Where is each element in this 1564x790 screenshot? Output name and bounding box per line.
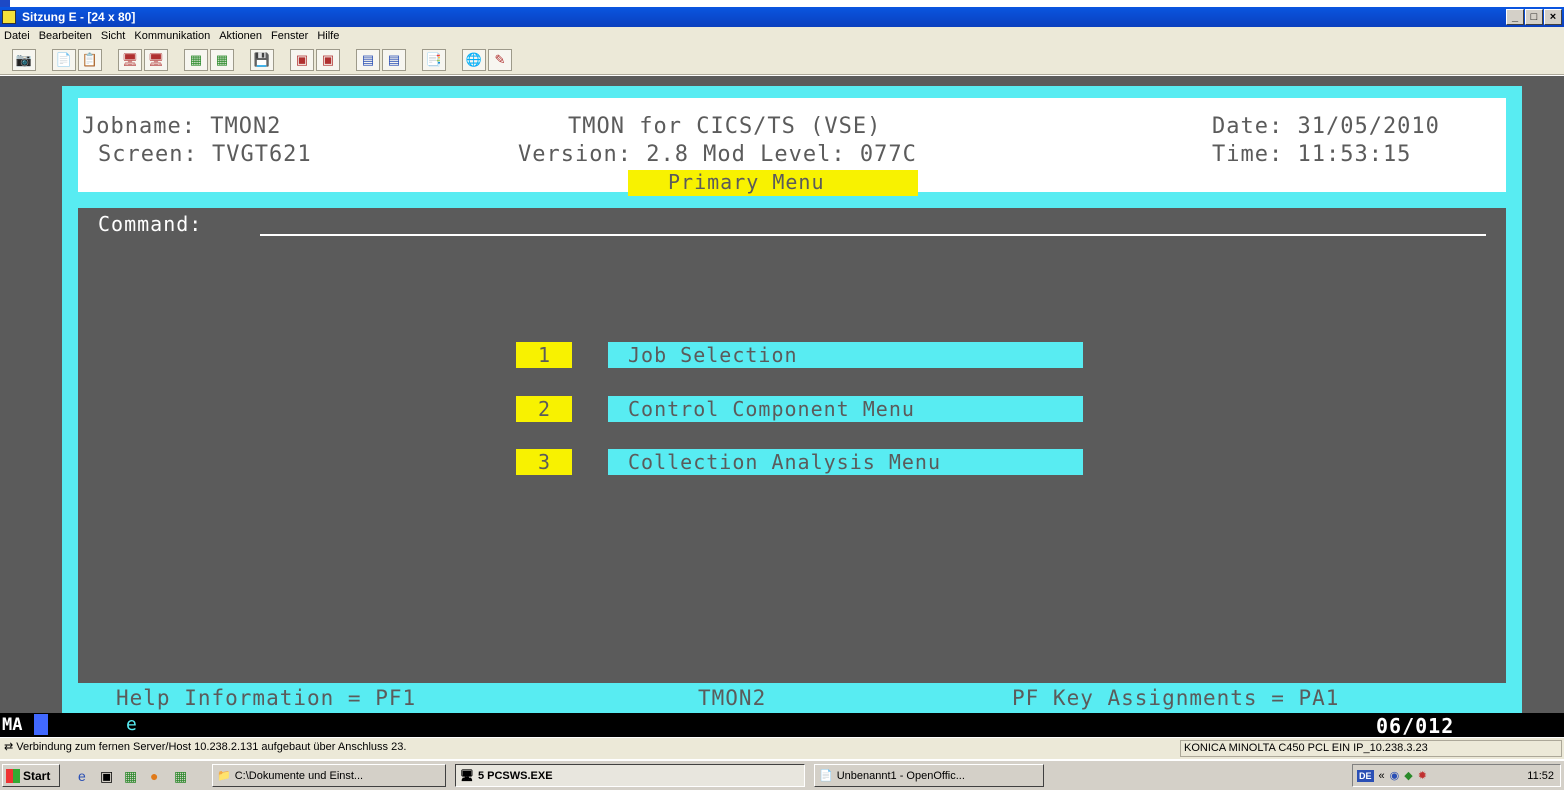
screen-frame: Jobname: TMON2 TMON for CICS/TS (VSE) Da… (62, 86, 1522, 713)
menu-sicht[interactable]: Sicht (101, 30, 125, 42)
screen-header: Jobname: TMON2 TMON for CICS/TS (VSE) Da… (78, 98, 1506, 196)
system-tray: DE « ◉ ◆ ✹ 11:52 (1352, 764, 1561, 787)
command-label: Command: (98, 212, 203, 236)
connect-icon[interactable]: ▤ (356, 48, 380, 71)
cursor-position: 06/012 (1376, 714, 1455, 738)
app-icon (2, 10, 16, 24)
footer-jobname: TMON2 (698, 686, 767, 710)
save-icon[interactable]: 💾 (250, 48, 274, 71)
command-area: Command: 1 Job Selection 2 Control Compo… (78, 208, 1506, 683)
time-text: Time: 11:53:15 (1212, 142, 1412, 167)
camera-icon[interactable]: 📷 (12, 48, 36, 71)
document-icon: 📄 (819, 770, 833, 782)
window-title: Sitzung E - [24 x 80] (22, 10, 136, 24)
window-titlebar[interactable]: Sitzung E - [24 x 80] _ □ × (0, 7, 1564, 27)
start-label: Start (23, 768, 51, 783)
task-openoffice-label: Unbenannt1 - OpenOffic... (836, 769, 965, 782)
option-collection-analysis-menu[interactable]: Collection Analysis Menu (608, 449, 1083, 475)
menu-title-banner: Primary Menu (628, 170, 918, 196)
jobname-text: Jobname: TMON2 (82, 114, 282, 139)
maximize-button[interactable]: □ (1525, 9, 1543, 25)
start-button[interactable]: Start (2, 764, 60, 787)
terminal-icon: 🖥 (460, 770, 474, 782)
menu-hilfe[interactable]: Hilfe (317, 30, 339, 42)
menu-datei[interactable]: Datei (4, 30, 30, 42)
oia-indicator: e (126, 714, 137, 735)
connection-status: ⇄ Verbindung zum fernen Server/Host 10.2… (4, 740, 407, 754)
folder-icon: 📁 (217, 770, 231, 782)
send-screen-icon[interactable]: 🖥 (118, 48, 142, 71)
menu-kommunikation[interactable]: Kommunikation (134, 30, 210, 42)
macro-record-icon[interactable]: ▣ (290, 48, 314, 71)
help-info-text: Help Information = PF1 (116, 686, 417, 710)
disconnect-icon[interactable]: ▤ (382, 48, 406, 71)
clipboard-icon[interactable]: 📑 (422, 48, 446, 71)
globe-icon[interactable]: 🌐 (462, 48, 486, 71)
toolbar: 📷 📄 📋 🖥 🖥 ▦ ▦ 💾 ▣ ▣ ▤ ▤ 📑 🌐 ✎ (0, 45, 1564, 75)
network-tray-icon[interactable]: ◉ (1390, 769, 1400, 782)
task-pcsws[interactable]: 🖥 5 PCSWS.EXE (455, 764, 805, 787)
security-tray-icon[interactable]: ◆ (1404, 769, 1412, 782)
version-text: Version: 2.8 Mod Level: 077C (518, 142, 917, 167)
screen-id-text: Screen: TVGT621 (98, 142, 312, 167)
ie-icon[interactable]: e (78, 768, 86, 784)
oia-cursor-block (34, 714, 48, 735)
menu-aktionen[interactable]: Aktionen (219, 30, 262, 42)
option-job-selection[interactable]: Job Selection (608, 342, 1083, 368)
terminal2-quicklaunch-icon[interactable]: ▦ (174, 768, 187, 785)
product-text: TMON for CICS/TS (VSE) (568, 114, 882, 139)
edit-icon[interactable]: ✎ (488, 48, 512, 71)
connection-text: Verbindung zum fernen Server/Host 10.238… (16, 740, 407, 753)
network-icon: ⇄ (4, 741, 14, 753)
date-text: Date: 31/05/2010 (1212, 114, 1440, 139)
paste-icon[interactable]: 📋 (78, 48, 102, 71)
pf-key-assignments-text: PF Key Assignments = PA1 (1012, 686, 1340, 710)
task-openoffice[interactable]: 📄 Unbenannt1 - OpenOffic... (814, 764, 1044, 787)
printer-status: KONICA MINOLTA C450 PCL EIN IP_10.238.3.… (1180, 740, 1562, 757)
terminal-quicklaunch-icon[interactable]: ▦ (124, 768, 137, 785)
window-controls: _ □ × (1506, 9, 1562, 25)
terminal-screen[interactable]: Jobname: TMON2 TMON for CICS/TS (VSE) Da… (0, 76, 1564, 713)
menu-bearbeiten[interactable]: Bearbeiten (39, 30, 92, 42)
minimize-button[interactable]: _ (1506, 9, 1524, 25)
option-control-component-menu[interactable]: Control Component Menu (608, 396, 1083, 422)
option-number-3: 3 (516, 449, 572, 475)
option-number-1: 1 (516, 342, 572, 368)
oia-mode: MA (2, 715, 23, 735)
menu-fenster[interactable]: Fenster (271, 30, 308, 42)
firefox-icon[interactable]: ● (150, 768, 158, 784)
display-icon[interactable]: ▦ (184, 48, 208, 71)
statusbar: ⇄ Verbindung zum fernen Server/Host 10.2… (0, 738, 1564, 759)
receive-screen-icon[interactable]: 🖥 (144, 48, 168, 71)
windows-logo-icon (6, 768, 20, 783)
menubar: Datei Bearbeiten Sicht Kommunikation Akt… (0, 27, 1564, 45)
desktop-icon[interactable]: ▣ (100, 768, 113, 785)
task-explorer-label: C:\Dokumente und Einst... (234, 769, 364, 782)
taskbar: Start e ▣ ▦ ● ▦ 📁 C:\Dokumente und Einst… (0, 760, 1564, 790)
option-number-2: 2 (516, 396, 572, 422)
antivirus-tray-icon[interactable]: ✹ (1418, 769, 1427, 782)
task-pcsws-label: 5 PCSWS.EXE (477, 769, 553, 782)
macro-stop-icon[interactable]: ▣ (316, 48, 340, 71)
close-button[interactable]: × (1544, 9, 1562, 25)
operator-info-area: MA e 06/012 (0, 713, 1564, 738)
copy-icon[interactable]: 📄 (52, 48, 76, 71)
tray-expand-icon[interactable]: « (1379, 770, 1385, 782)
task-explorer[interactable]: 📁 C:\Dokumente und Einst... (212, 764, 446, 787)
menu-title: Primary Menu (668, 170, 825, 194)
language-indicator[interactable]: DE (1357, 769, 1374, 782)
clock: 11:52 (1527, 769, 1554, 782)
display-alt-icon[interactable]: ▦ (210, 48, 234, 71)
command-input[interactable] (260, 218, 1486, 236)
